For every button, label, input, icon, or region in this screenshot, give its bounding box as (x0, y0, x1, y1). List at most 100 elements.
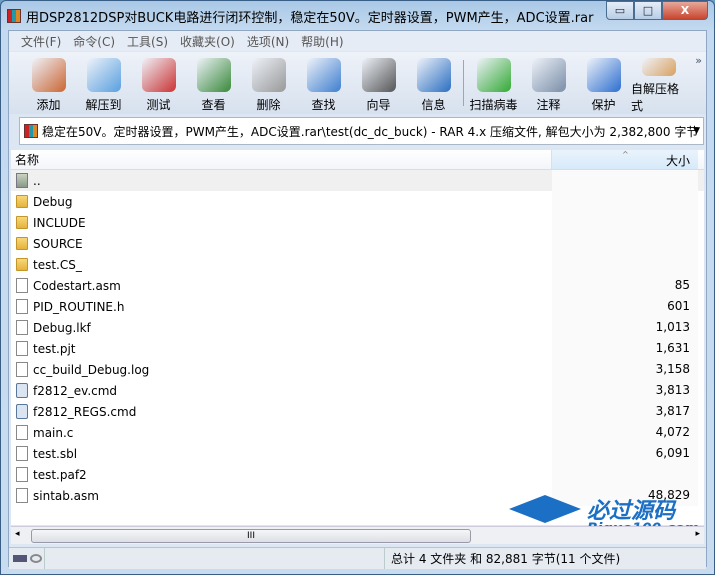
parent-folder-icon (16, 173, 28, 188)
menu-item[interactable]: 帮助(H) (295, 33, 349, 50)
toolbar-button[interactable]: 查看 (186, 52, 241, 114)
toolbar-button-label: 查看 (201, 98, 226, 112)
file-size (552, 464, 698, 485)
file-size (552, 233, 698, 254)
file-size (552, 212, 698, 233)
file-size: 1,013 (552, 317, 698, 338)
close-button[interactable]: X (662, 1, 708, 20)
file-name: SOURCE (33, 236, 83, 251)
menu-item[interactable]: 命令(C) (67, 33, 121, 50)
scroll-left-button[interactable]: ◂ (15, 529, 20, 539)
folder-icon (16, 237, 28, 250)
address-bar[interactable]: 稳定在50V。定时器设置，PWM产生，ADC设置.rar\test(dc_dc_… (19, 117, 704, 145)
file-icon (16, 467, 28, 482)
test-clipboard-icon (141, 58, 176, 92)
menu-item[interactable]: 工具(S) (121, 33, 174, 50)
menu-bar: 文件(F) 命令(C) 工具(S) 收藏夹(O) 选项(N) 帮助(H) (9, 31, 706, 51)
toolbar-button[interactable]: 自解压格式 (631, 52, 686, 114)
toolbar-button-label: 向导 (366, 98, 391, 112)
toolbar-button[interactable]: 查找 (296, 52, 351, 114)
file-size: 1,631 (552, 338, 698, 359)
file-row[interactable]: test.pjt 1,631 (11, 338, 704, 359)
extract-folder-icon (86, 58, 121, 92)
address-dropdown-button[interactable]: ▼ (693, 126, 700, 136)
file-size (552, 254, 698, 275)
status-text: 总计 4 文件夹 和 82,881 字节(11 个文件) (391, 552, 621, 566)
toolbar-button[interactable]: 注释 (521, 52, 576, 114)
file-row[interactable]: INCLUDE (11, 212, 704, 233)
file-row[interactable]: SOURCE (11, 233, 704, 254)
scroll-thumb[interactable]: III (31, 529, 471, 543)
file-row[interactable]: Debug.lkf 1,013 (11, 317, 704, 338)
toolbar-button[interactable]: 向导 (351, 52, 406, 114)
toolbar-button-label: 添加 (36, 98, 61, 112)
file-icon (16, 341, 28, 356)
file-icon (16, 362, 28, 377)
file-name: f2812_REGS.cmd (33, 404, 137, 419)
file-row[interactable]: cc_build_Debug.log 3,158 (11, 359, 704, 380)
folder-icon (16, 258, 28, 271)
file-size (552, 191, 698, 212)
menu-item[interactable]: 选项(N) (241, 33, 295, 50)
file-name: f2812_ev.cmd (33, 383, 118, 398)
window-title: 用DSP2812DSP对BUCK电路进行闭环控制，稳定在50V。定时器设置，PW… (26, 10, 594, 26)
file-name: Codestart.asm (33, 278, 121, 293)
toolbar-button-label: 查找 (311, 98, 336, 112)
toolbar-button[interactable]: 解压到 (76, 52, 131, 114)
comment-icon (531, 58, 566, 92)
horizontal-scrollbar[interactable]: ◂ III ▸ (11, 526, 704, 544)
toolbar: » 添加 解压到 测试 查看 删除 查找 向导 信息 扫描病毒 注释 保护 自解压格式 (9, 52, 706, 114)
toolbar-button-label: 删除 (256, 98, 281, 112)
file-name: test.pjt (33, 341, 76, 356)
file-icon (16, 446, 28, 461)
toolbar-button[interactable]: 信息 (406, 52, 461, 114)
delete-trash-icon (251, 58, 286, 92)
file-row[interactable]: PID_ROUTINE.h 601 (11, 296, 704, 317)
toolbar-button[interactable]: 添加 (21, 52, 76, 114)
sort-arrow-icon: ^ (622, 150, 629, 159)
sfx-box-icon (641, 58, 676, 76)
toolbar-button-label: 扫描病毒 (469, 98, 518, 112)
file-row[interactable]: Debug (11, 191, 704, 212)
column-header-size[interactable]: ^ 大小 (552, 150, 698, 169)
toolbar-button-label: 测试 (146, 98, 171, 112)
toolbar-button[interactable]: 保护 (576, 52, 631, 114)
column-header-name[interactable]: 名称 (11, 150, 552, 169)
toolbar-overflow-button[interactable]: » (695, 54, 702, 67)
file-size: 4,072 (552, 422, 698, 443)
virus-scan-icon (476, 58, 511, 92)
archive-icon (24, 124, 38, 138)
folder-icon (16, 216, 28, 229)
toolbar-button-label: 注释 (536, 98, 561, 112)
file-row[interactable]: test.sbl 6,091 (11, 443, 704, 464)
file-name: .. (33, 173, 41, 188)
file-icon (16, 278, 28, 293)
file-size: 3,158 (552, 359, 698, 380)
toolbar-button-label: 解压到 (85, 98, 122, 112)
menu-item[interactable]: 收藏夹(O) (174, 33, 241, 50)
menu-item[interactable]: 文件(F) (15, 33, 67, 50)
file-icon (16, 404, 28, 419)
toolbar-button[interactable]: 测试 (131, 52, 186, 114)
minimize-button[interactable]: ▭ (606, 1, 634, 20)
scroll-right-button[interactable]: ▸ (695, 529, 700, 539)
file-row[interactable]: f2812_REGS.cmd 3,817 (11, 401, 704, 422)
file-name: INCLUDE (33, 215, 86, 230)
toolbar-button[interactable]: 删除 (241, 52, 296, 114)
file-row[interactable]: Codestart.asm 85 (11, 275, 704, 296)
file-name: cc_build_Debug.log (33, 362, 150, 377)
file-row[interactable]: .. (11, 170, 704, 191)
file-row[interactable]: main.c 4,072 (11, 422, 704, 443)
key-icon[interactable] (30, 554, 42, 563)
find-magnifier-icon (306, 58, 341, 92)
title-bar: 用DSP2812DSP对BUCK电路进行闭环控制，稳定在50V。定时器设置，PW… (7, 6, 594, 26)
file-name: test.paf2 (33, 467, 87, 482)
file-row[interactable]: test.paf2 (11, 464, 704, 485)
toolbar-button[interactable]: 扫描病毒 (466, 52, 521, 114)
file-icon (16, 425, 28, 440)
drive-icon[interactable] (13, 555, 27, 562)
maximize-button[interactable]: □ (634, 1, 662, 20)
file-row[interactable]: f2812_ev.cmd 3,813 (11, 380, 704, 401)
file-row[interactable]: test.CS_ (11, 254, 704, 275)
file-icon (16, 488, 28, 503)
